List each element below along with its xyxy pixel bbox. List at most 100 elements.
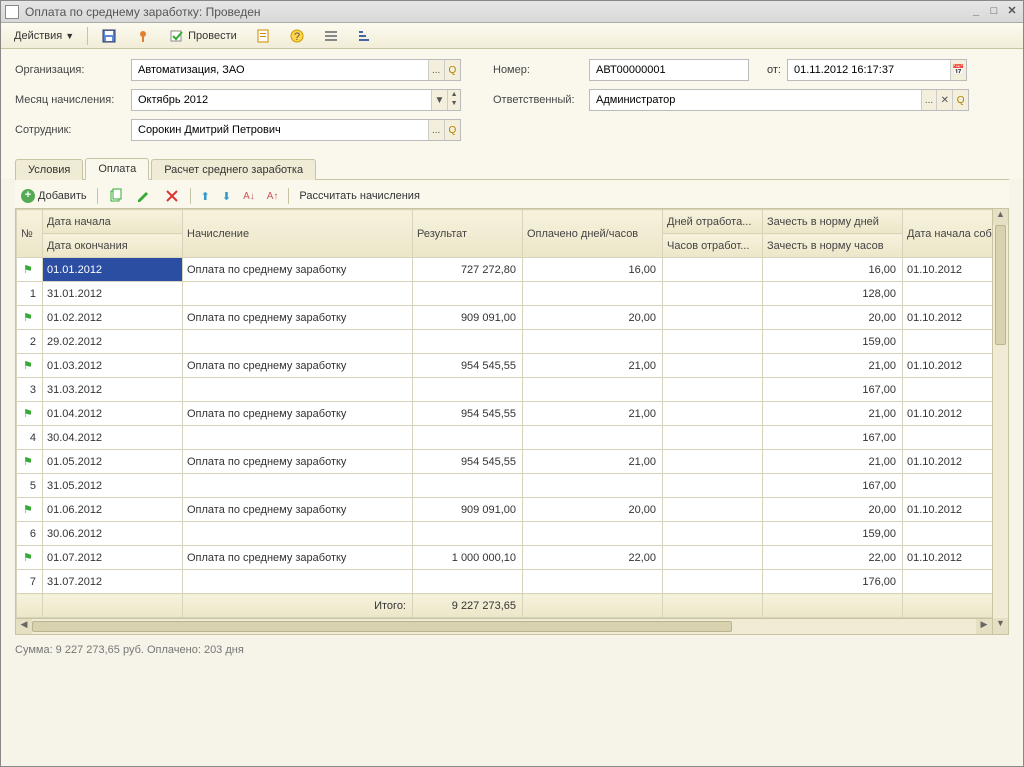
cell-date-start[interactable]: 01.05.2012 (43, 450, 183, 474)
table-row[interactable]: 331.03.2012167,00 (17, 378, 993, 402)
cell-hours-worked[interactable] (663, 378, 763, 402)
delete-button[interactable] (160, 186, 184, 206)
cell-paid[interactable]: 22,00 (523, 546, 663, 570)
cell-date-end[interactable]: 30.06.2012 (43, 522, 183, 546)
table-row[interactable]: 430.04.2012167,00 (17, 426, 993, 450)
vertical-scrollbar[interactable]: ▲ ▼ (992, 209, 1008, 634)
calculate-button[interactable]: Рассчитать начисления (295, 188, 424, 204)
table-row[interactable]: ⚑01.01.2012Оплата по среднему заработку7… (17, 258, 993, 282)
cell-norm-days[interactable]: 21,00 (763, 450, 903, 474)
cell-norm-days[interactable]: 21,00 (763, 402, 903, 426)
cell-result[interactable]: 727 272,80 (413, 258, 523, 282)
date-input[interactable] (788, 60, 950, 80)
col-res[interactable]: Результат (413, 210, 523, 258)
cell-hours-worked[interactable] (663, 522, 763, 546)
cell-result[interactable]: 954 545,55 (413, 354, 523, 378)
cell-date-start[interactable]: 01.02.2012 (43, 306, 183, 330)
ellipsis-button[interactable]: ... (921, 90, 937, 110)
cell-event-date[interactable]: 01.10.2012 (903, 258, 993, 282)
cell-days-worked[interactable] (663, 258, 763, 282)
calendar-icon[interactable]: 📅 (950, 60, 966, 80)
data-grid[interactable]: № Дата начала Начисление Результат Оплач… (16, 209, 992, 618)
table-row[interactable]: ⚑01.02.2012Оплата по среднему заработку9… (17, 306, 993, 330)
pin-button[interactable] (128, 25, 158, 47)
cell-norm-hours[interactable]: 176,00 (763, 570, 903, 594)
col-norm-days[interactable]: Зачесть в норму дней (763, 210, 903, 234)
cell-result[interactable]: 1 000 000,10 (413, 546, 523, 570)
add-button[interactable]: + Добавить (17, 187, 91, 205)
post-button[interactable]: Провести (162, 25, 244, 47)
col-n[interactable]: № (17, 210, 43, 258)
cell-date-end[interactable]: 31.01.2012 (43, 282, 183, 306)
cell-hours-worked[interactable] (663, 330, 763, 354)
clear-button[interactable]: ✕ (936, 90, 952, 110)
cell-norm-hours[interactable]: 159,00 (763, 330, 903, 354)
move-down-button[interactable]: ⬇ (218, 188, 235, 205)
search-icon[interactable]: Q (952, 90, 968, 110)
cell-event-date[interactable]: 01.10.2012 (903, 498, 993, 522)
cell-norm-days[interactable]: 22,00 (763, 546, 903, 570)
scroll-down-icon[interactable]: ▼ (993, 618, 1008, 634)
cell-days-worked[interactable] (663, 498, 763, 522)
cell-date-end[interactable]: 31.05.2012 (43, 474, 183, 498)
col-acc[interactable]: Начисление (183, 210, 413, 258)
search-icon[interactable]: Q (444, 60, 460, 80)
cell-date-end[interactable]: 31.07.2012 (43, 570, 183, 594)
cell-accrual[interactable]: Оплата по среднему заработку (183, 498, 413, 522)
cell-days-worked[interactable] (663, 354, 763, 378)
cell-days-worked[interactable] (663, 402, 763, 426)
cell-norm-days[interactable]: 20,00 (763, 498, 903, 522)
col-days-worked[interactable]: Дней отработа... (663, 210, 763, 234)
cell-event-date[interactable]: 01.10.2012 (903, 450, 993, 474)
reports-button[interactable] (248, 25, 278, 47)
cell-accrual[interactable]: Оплата по среднему заработку (183, 402, 413, 426)
cell-date-start[interactable]: 01.07.2012 (43, 546, 183, 570)
cell-date-end[interactable]: 30.04.2012 (43, 426, 183, 450)
move-up-button[interactable]: ⬆ (197, 188, 214, 205)
emp-input[interactable] (132, 120, 428, 140)
col-event[interactable]: Дата начала события (903, 210, 993, 258)
cell-paid[interactable]: 21,00 (523, 450, 663, 474)
cell-result[interactable]: 909 091,00 (413, 306, 523, 330)
close-button[interactable]: ✕ (1005, 5, 1019, 19)
cell-hours-worked[interactable] (663, 426, 763, 450)
list-button[interactable] (316, 25, 346, 47)
tab-payment[interactable]: Оплата (85, 158, 149, 180)
org-input[interactable] (132, 60, 428, 80)
tab-conditions[interactable]: Условия (15, 159, 83, 180)
save-button[interactable] (94, 25, 124, 47)
cell-date-start[interactable]: 01.04.2012 (43, 402, 183, 426)
cell-norm-days[interactable]: 16,00 (763, 258, 903, 282)
ellipsis-button[interactable]: ... (428, 120, 444, 140)
horizontal-scrollbar[interactable]: ◀ ▶ (16, 618, 992, 634)
minimize-button[interactable]: _ (969, 5, 983, 19)
sort-asc-button[interactable]: A↓ (239, 189, 259, 204)
cell-event-date[interactable]: 01.10.2012 (903, 546, 993, 570)
maximize-button[interactable]: □ (987, 5, 1001, 19)
cell-paid[interactable]: 20,00 (523, 498, 663, 522)
cell-norm-days[interactable]: 20,00 (763, 306, 903, 330)
table-row[interactable]: ⚑01.04.2012Оплата по среднему заработку9… (17, 402, 993, 426)
col-hours-worked[interactable]: Часов отработ... (663, 234, 763, 258)
search-icon[interactable]: Q (444, 120, 460, 140)
cell-event-date[interactable]: 01.10.2012 (903, 306, 993, 330)
tab-average-calc[interactable]: Расчет среднего заработка (151, 159, 316, 180)
cell-hours-worked[interactable] (663, 474, 763, 498)
col-paid[interactable]: Оплачено дней/часов (523, 210, 663, 258)
cell-days-worked[interactable] (663, 306, 763, 330)
scroll-thumb[interactable] (995, 225, 1006, 345)
table-row[interactable]: ⚑01.07.2012Оплата по среднему заработку1… (17, 546, 993, 570)
table-row[interactable]: ⚑01.06.2012Оплата по среднему заработку9… (17, 498, 993, 522)
month-input[interactable] (132, 90, 431, 110)
cell-paid[interactable]: 21,00 (523, 354, 663, 378)
table-row[interactable]: ⚑01.03.2012Оплата по среднему заработку9… (17, 354, 993, 378)
cell-result[interactable]: 909 091,00 (413, 498, 523, 522)
copy-button[interactable] (104, 186, 128, 206)
actions-menu[interactable]: Действия ▼ (7, 27, 81, 45)
cell-days-worked[interactable] (663, 450, 763, 474)
table-row[interactable]: 731.07.2012176,00 (17, 570, 993, 594)
sort-desc-button[interactable]: A↑ (263, 189, 283, 204)
table-row[interactable]: 229.02.2012159,00 (17, 330, 993, 354)
cell-date-end[interactable]: 29.02.2012 (43, 330, 183, 354)
cell-hours-worked[interactable] (663, 282, 763, 306)
